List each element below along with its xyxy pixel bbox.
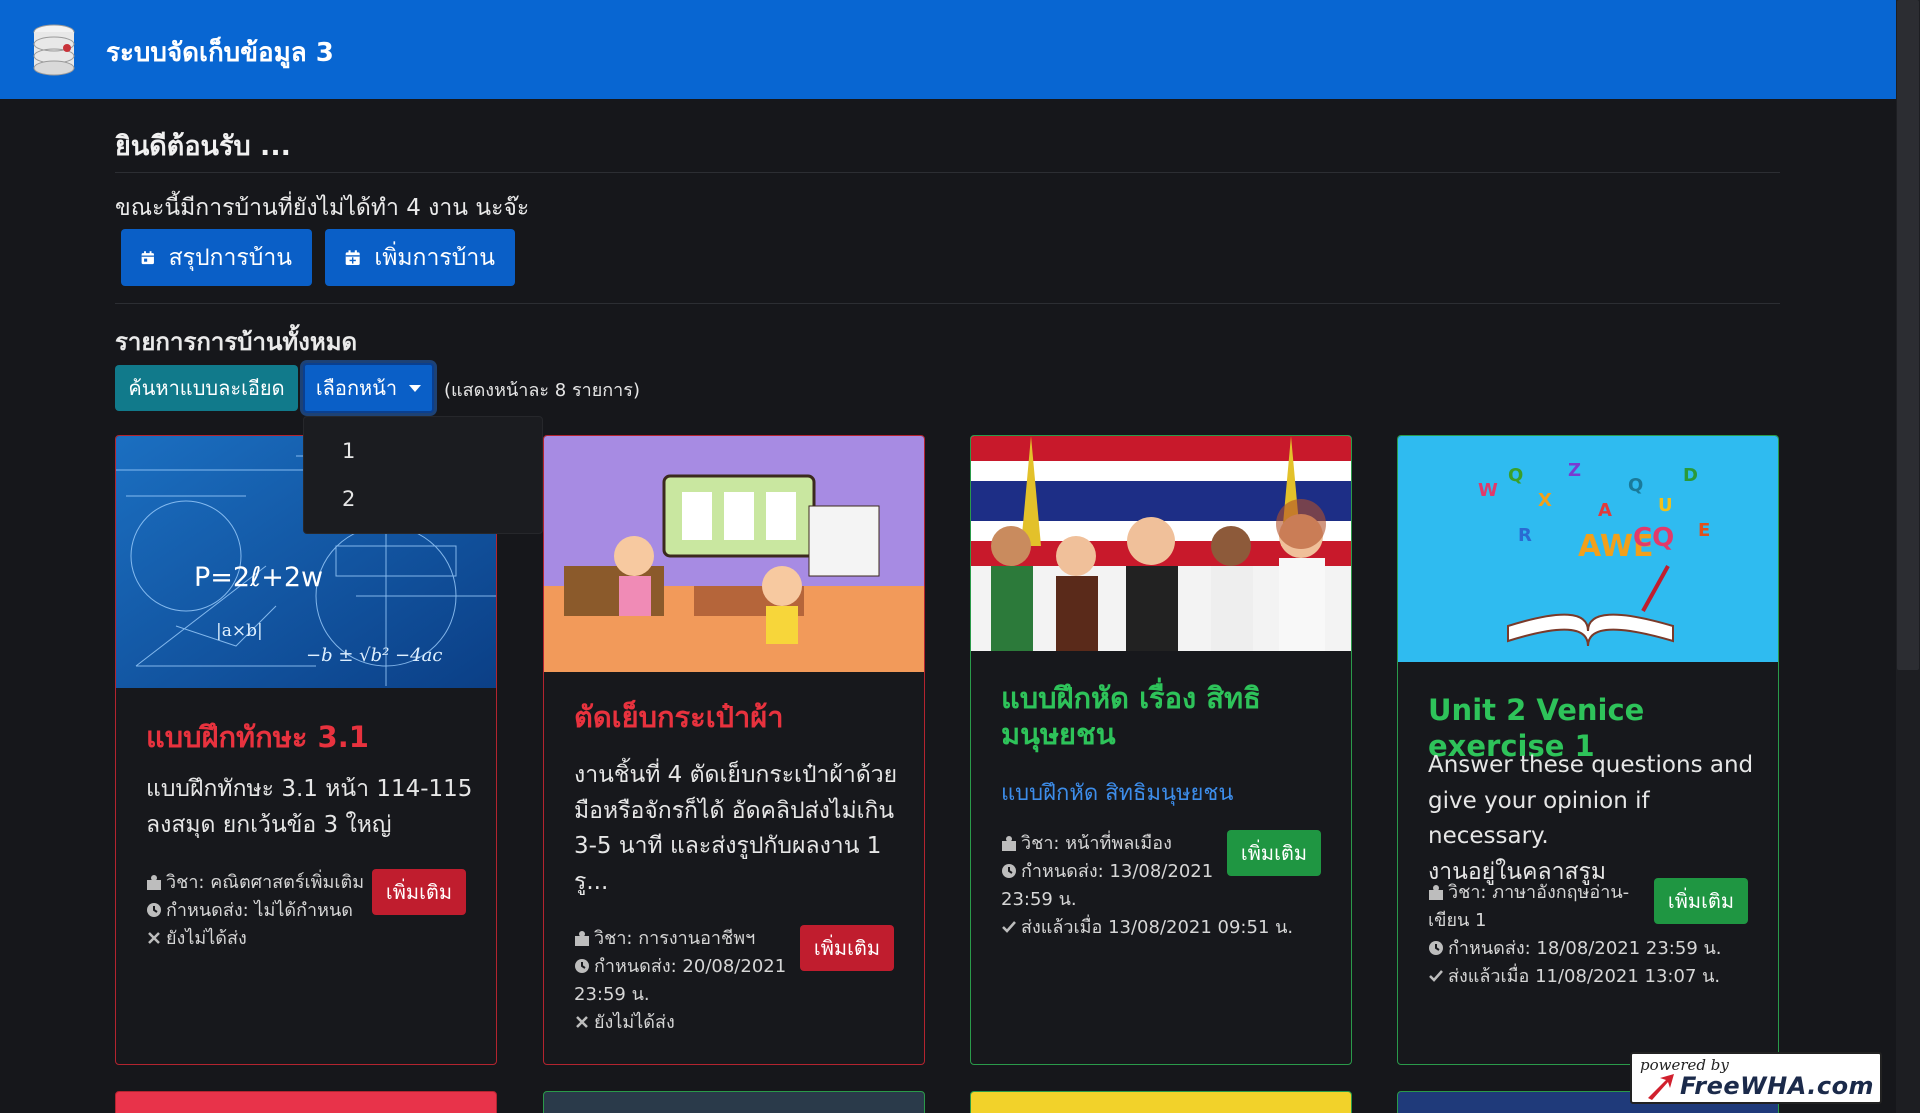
homework-card[interactable]: [970, 1091, 1352, 1113]
clock-icon: [574, 955, 590, 973]
add-homework-label: เพิ่มการบ้าน: [374, 244, 495, 271]
clock-icon: [1428, 937, 1444, 955]
card-title: ตัดเย็บกระเป๋าผ้า: [574, 700, 784, 734]
card-meta: วิชา: คณิตศาสตร์เพิ่มเติม กำหนดส่ง: ไม่ไ…: [146, 869, 364, 953]
navbar: ระบบจัดเก็บข้อมูล 3: [0, 0, 1896, 99]
math-formula: P=2ℓ+2w: [194, 562, 323, 593]
svg-text:E: E: [1698, 520, 1710, 541]
caret-down-icon: [409, 384, 422, 392]
more-button[interactable]: เพิ่มเติม: [1654, 878, 1748, 924]
svg-text:R: R: [1518, 525, 1532, 546]
powered-by-badge[interactable]: powered by FreeWHA.com: [1630, 1052, 1882, 1104]
svg-text:−b ± √b² −4ac: −b ± √b² −4ac: [306, 645, 442, 666]
svg-text:A: A: [1598, 500, 1612, 521]
divider: [115, 303, 1780, 304]
user-icon: [146, 871, 162, 890]
homework-card: WQ XZ AQ UD AWE CQ RE Unit 2 Venice exer…: [1397, 435, 1779, 1065]
divider: [115, 172, 1780, 173]
clock-icon: [146, 899, 162, 917]
homework-card: แบบฝึกหัด เรื่อง สิทธิ มนุษยชน แบบฝึกหัด…: [970, 435, 1352, 1065]
svg-text:Q: Q: [1628, 475, 1643, 496]
card-subtitle[interactable]: แบบฝึกหัด สิทธิมนุษยชน: [1001, 775, 1233, 810]
card-title: แบบฝึกทักษะ 3.1: [146, 720, 369, 754]
summary-homework-button[interactable]: สรุปการบ้าน: [121, 229, 312, 286]
per-page-text: (แสดงหน้าละ 8 รายการ): [444, 380, 640, 401]
arrow-icon: [1648, 1074, 1674, 1100]
svg-text:|a×b|: |a×b|: [216, 621, 263, 641]
page-dropdown-menu: 1 2: [303, 416, 543, 534]
pending-homework-text: ขณะนี้มีการบ้านที่ยังไม่ได้ทำ 4 งาน นะจ๊…: [115, 195, 530, 221]
svg-text:X: X: [1538, 490, 1552, 511]
add-homework-button[interactable]: เพิ่มการบ้าน: [325, 229, 515, 286]
app-title[interactable]: ระบบจัดเก็บข้อมูล 3: [106, 32, 334, 73]
summary-homework-label: สรุปการบ้าน: [168, 244, 292, 271]
more-button[interactable]: เพิ่มเติม: [372, 869, 466, 915]
homework-card: ตัดเย็บกระเป๋าผ้า งานชิ้นที่ 4 ตัดเย็บกร…: [543, 435, 925, 1065]
user-icon: [574, 927, 590, 946]
card-description: งานชิ้นที่ 4 ตัดเย็บกระเป๋าผ้าด้วย มือหร…: [574, 762, 898, 895]
more-button[interactable]: เพิ่มเติม: [1227, 830, 1321, 876]
clock-icon: [1001, 860, 1017, 878]
svg-text:W: W: [1478, 480, 1498, 501]
card-description: แบบฝึกทักษะ 3.1 หน้า 114-115 ลงสมุด ยกเว…: [146, 776, 473, 838]
svg-text:Z: Z: [1568, 460, 1581, 481]
page-select-label: เลือกหน้า: [315, 376, 398, 400]
check-icon: [1428, 965, 1444, 982]
sewing-card-image: [544, 436, 924, 672]
card-meta: วิชา: การงานอาชีพฯ กำหนดส่ง: 20/08/2021 …: [574, 927, 787, 1033]
check-icon: [1001, 916, 1017, 933]
times-icon: [146, 927, 162, 944]
svg-text:CQ: CQ: [1633, 523, 1674, 553]
homework-card[interactable]: [115, 1091, 497, 1113]
database-icon[interactable]: [30, 24, 78, 76]
more-button[interactable]: เพิ่มเติม: [800, 925, 894, 971]
svg-text:Q: Q: [1508, 465, 1523, 486]
calendar-plus-icon: [345, 249, 360, 265]
svg-text:D: D: [1683, 465, 1698, 486]
homework-card[interactable]: [543, 1091, 925, 1113]
english-card-image: WQ XZ AQ UD AWE CQ RE: [1398, 436, 1778, 662]
times-icon: [574, 1011, 590, 1028]
powered-by-brand: FreeWHA.com: [1680, 1072, 1875, 1100]
calendar-icon: [141, 250, 154, 264]
advanced-search-button[interactable]: ค้นหาแบบละเอียด: [115, 365, 298, 411]
scrollbar-thumb[interactable]: [1897, 0, 1919, 670]
user-icon: [1428, 881, 1444, 900]
civics-card-image: [971, 436, 1351, 651]
user-icon: [1001, 832, 1017, 851]
page-option-1[interactable]: 1: [342, 439, 355, 463]
page-option-2[interactable]: 2: [342, 487, 355, 511]
page-select-dropdown[interactable]: เลือกหน้า: [303, 363, 434, 413]
svg-text:U: U: [1658, 495, 1673, 516]
welcome-heading: ยินดีต้อนรับ ...: [115, 131, 291, 162]
homework-list-title: รายการการบ้านทั้งหมด: [115, 328, 358, 356]
card-description: Answer these questions and give your opi…: [1428, 752, 1754, 885]
card-title: แบบฝึกหัด เรื่อง สิทธิ มนุษยชน: [1001, 681, 1261, 752]
